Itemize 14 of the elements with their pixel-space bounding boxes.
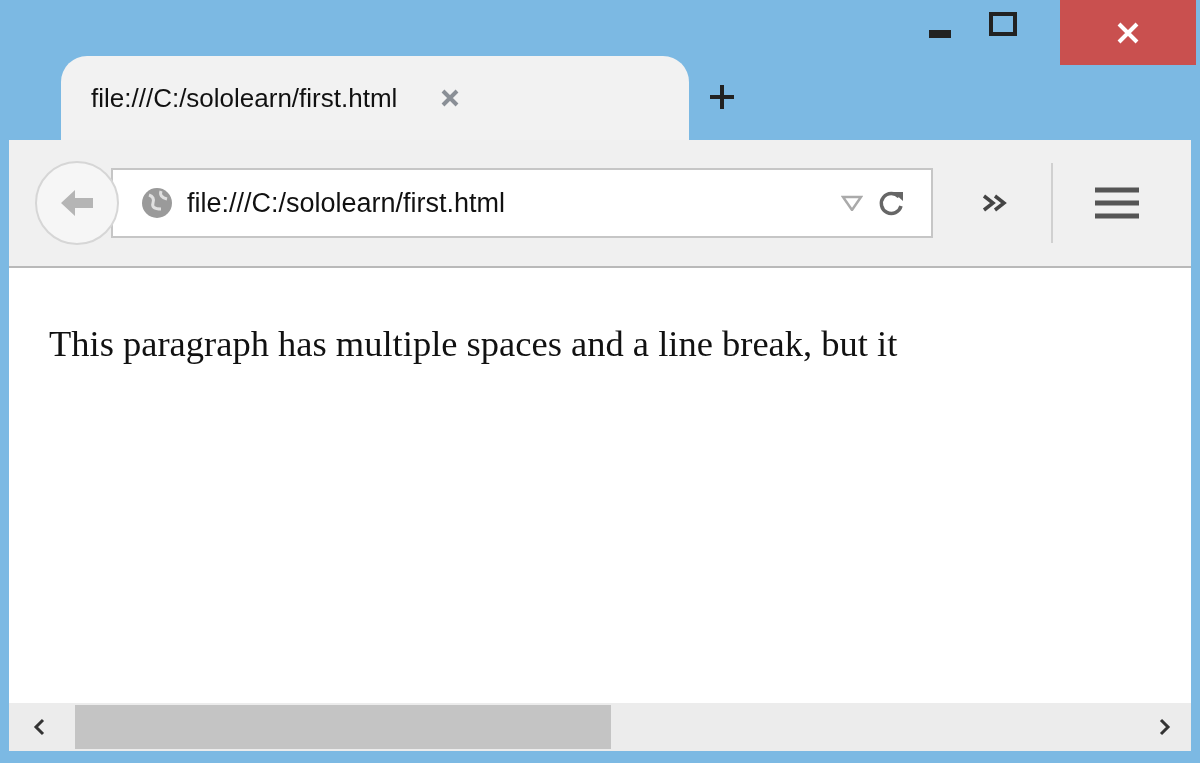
scrollbar-thumb[interactable]	[75, 705, 611, 749]
scroll-left-icon[interactable]	[33, 718, 45, 736]
close-icon	[1117, 21, 1139, 44]
maximize-icon[interactable]	[989, 12, 1017, 36]
address-bar[interactable]: file:///C:/sololearn/first.html	[111, 168, 933, 238]
new-tab-icon[interactable]	[709, 84, 735, 110]
menu-icon[interactable]	[1093, 186, 1141, 220]
paragraph: This paragraph has multiple spaces and a line break, but it	[49, 322, 898, 365]
back-arrow-icon	[59, 188, 95, 218]
overflow-chevron-icon[interactable]	[981, 193, 1009, 213]
globe-icon	[141, 187, 173, 219]
close-icon[interactable]	[441, 89, 460, 107]
scroll-right-icon[interactable]	[1159, 718, 1171, 736]
browser-tab[interactable]: file:///C:/sololearn/first.html	[61, 56, 689, 140]
